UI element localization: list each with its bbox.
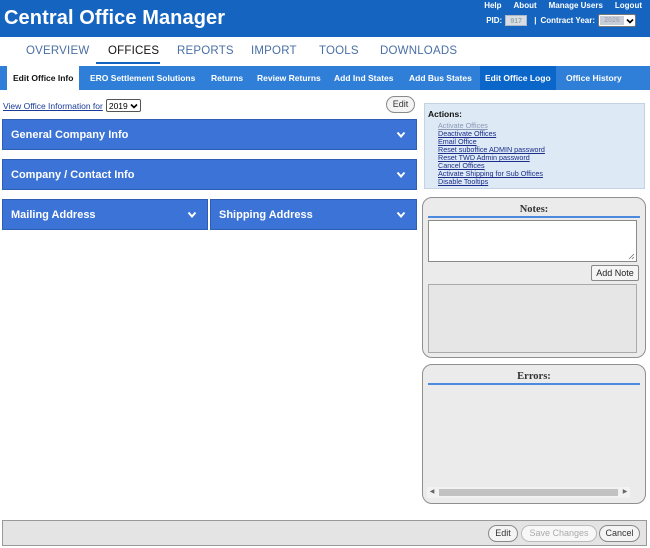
general-company-info-section[interactable]: General Company Info: [2, 119, 417, 150]
errors-title: Errors:: [517, 371, 551, 382]
subtab-office-history[interactable]: Office History: [566, 66, 622, 90]
scrollbar-thumb[interactable]: [439, 489, 618, 496]
subtab-ero-settlement-solutions[interactable]: ERO Settlement Solutions: [90, 66, 195, 90]
subtab-edit-office-logo[interactable]: Edit Office Logo: [480, 66, 556, 90]
chevron-down-icon: [396, 171, 406, 179]
footer-edit-button[interactable]: Edit: [488, 525, 518, 542]
edit-office-button[interactable]: Edit: [386, 96, 415, 113]
view-office-info-link[interactable]: View Office Information for: [3, 101, 103, 111]
pid-row: PID: 917 | Contract Year: 2026: [486, 14, 636, 27]
save-changes-button[interactable]: Save Changes: [521, 525, 597, 542]
notes-divider: [428, 216, 640, 218]
contract-year-select[interactable]: 2026: [598, 14, 636, 27]
disable-tooltips-link[interactable]: Disable Tooltips: [438, 178, 545, 186]
pid-value: 917: [505, 15, 528, 26]
actions-panel: Actions: Activate Offices Deactivate Off…: [424, 103, 645, 189]
office-year-value: 2019: [108, 100, 128, 111]
subtab-returns[interactable]: Returns: [211, 66, 243, 90]
section-title: General Company Info: [11, 129, 129, 141]
pid-label: PID:: [486, 16, 503, 25]
subtab-add-ind-states[interactable]: Add Ind States: [334, 66, 394, 90]
mailing-address-section[interactable]: Mailing Address: [2, 199, 208, 230]
app-header: Central Office Manager Help About Manage…: [0, 0, 650, 37]
add-note-button[interactable]: Add Note: [591, 265, 639, 281]
notes-list: [428, 284, 637, 353]
contract-year-value: 2026: [600, 16, 624, 25]
chevron-down-icon: [130, 103, 138, 109]
section-title: Company / Contact Info: [11, 169, 135, 181]
logout-link[interactable]: Logout: [615, 1, 642, 10]
section-title: Mailing Address: [11, 209, 96, 221]
tab-reports[interactable]: REPORTS: [177, 45, 234, 57]
actions-title: Actions:: [428, 109, 462, 119]
company-contact-info-section[interactable]: Company / Contact Info: [2, 159, 417, 190]
section-title: Shipping Address: [219, 209, 313, 221]
tab-offices[interactable]: OFFICES: [108, 45, 159, 57]
cancel-button[interactable]: Cancel: [599, 525, 640, 542]
manage-users-link[interactable]: Manage Users: [549, 1, 603, 10]
about-link[interactable]: About: [514, 1, 537, 10]
chevron-down-icon: [626, 18, 634, 24]
chevron-down-icon: [396, 211, 406, 219]
notes-textarea[interactable]: [428, 220, 637, 262]
tab-import[interactable]: IMPORT: [251, 45, 297, 57]
office-year-select[interactable]: 2019: [105, 99, 141, 112]
active-tab-indicator: [96, 62, 160, 64]
app-title: Central Office Manager: [4, 7, 226, 29]
subtab-add-bus-states[interactable]: Add Bus States: [409, 66, 472, 90]
help-link[interactable]: Help: [484, 1, 501, 10]
scroll-right-arrow-icon[interactable]: ▶: [620, 487, 630, 498]
tab-downloads[interactable]: DOWNLOADS: [380, 45, 457, 57]
chevron-down-icon: [187, 211, 197, 219]
tab-overview[interactable]: OVERVIEW: [26, 45, 89, 57]
tab-tools[interactable]: TOOLS: [319, 45, 359, 57]
view-office-row: View Office Information for 2019: [3, 99, 141, 112]
separator: |: [534, 16, 537, 25]
errors-horizontal-scrollbar[interactable]: ◀ ▶: [427, 487, 630, 498]
contract-year-label: Contract Year:: [540, 16, 595, 25]
scroll-left-arrow-icon[interactable]: ◀: [427, 487, 437, 498]
top-links: Help About Manage Users Logout: [472, 1, 642, 10]
actions-list: Activate Offices Deactivate Offices Emai…: [438, 122, 545, 186]
sub-nav: Edit Office Info ERO Settlement Solution…: [0, 66, 650, 90]
resize-grip-icon[interactable]: [628, 253, 635, 260]
app-root: Central Office Manager Help About Manage…: [0, 0, 650, 548]
shipping-address-section[interactable]: Shipping Address: [210, 199, 417, 230]
errors-card: Errors:: [422, 364, 646, 504]
main-nav: OVERVIEW OFFICES REPORTS IMPORT TOOLS DO…: [0, 37, 650, 66]
notes-title: Notes:: [519, 204, 549, 215]
errors-divider: [428, 383, 640, 385]
chevron-down-icon: [396, 131, 406, 139]
subtab-edit-office-info[interactable]: Edit Office Info: [7, 66, 80, 90]
subtab-review-returns[interactable]: Review Returns: [257, 66, 321, 90]
